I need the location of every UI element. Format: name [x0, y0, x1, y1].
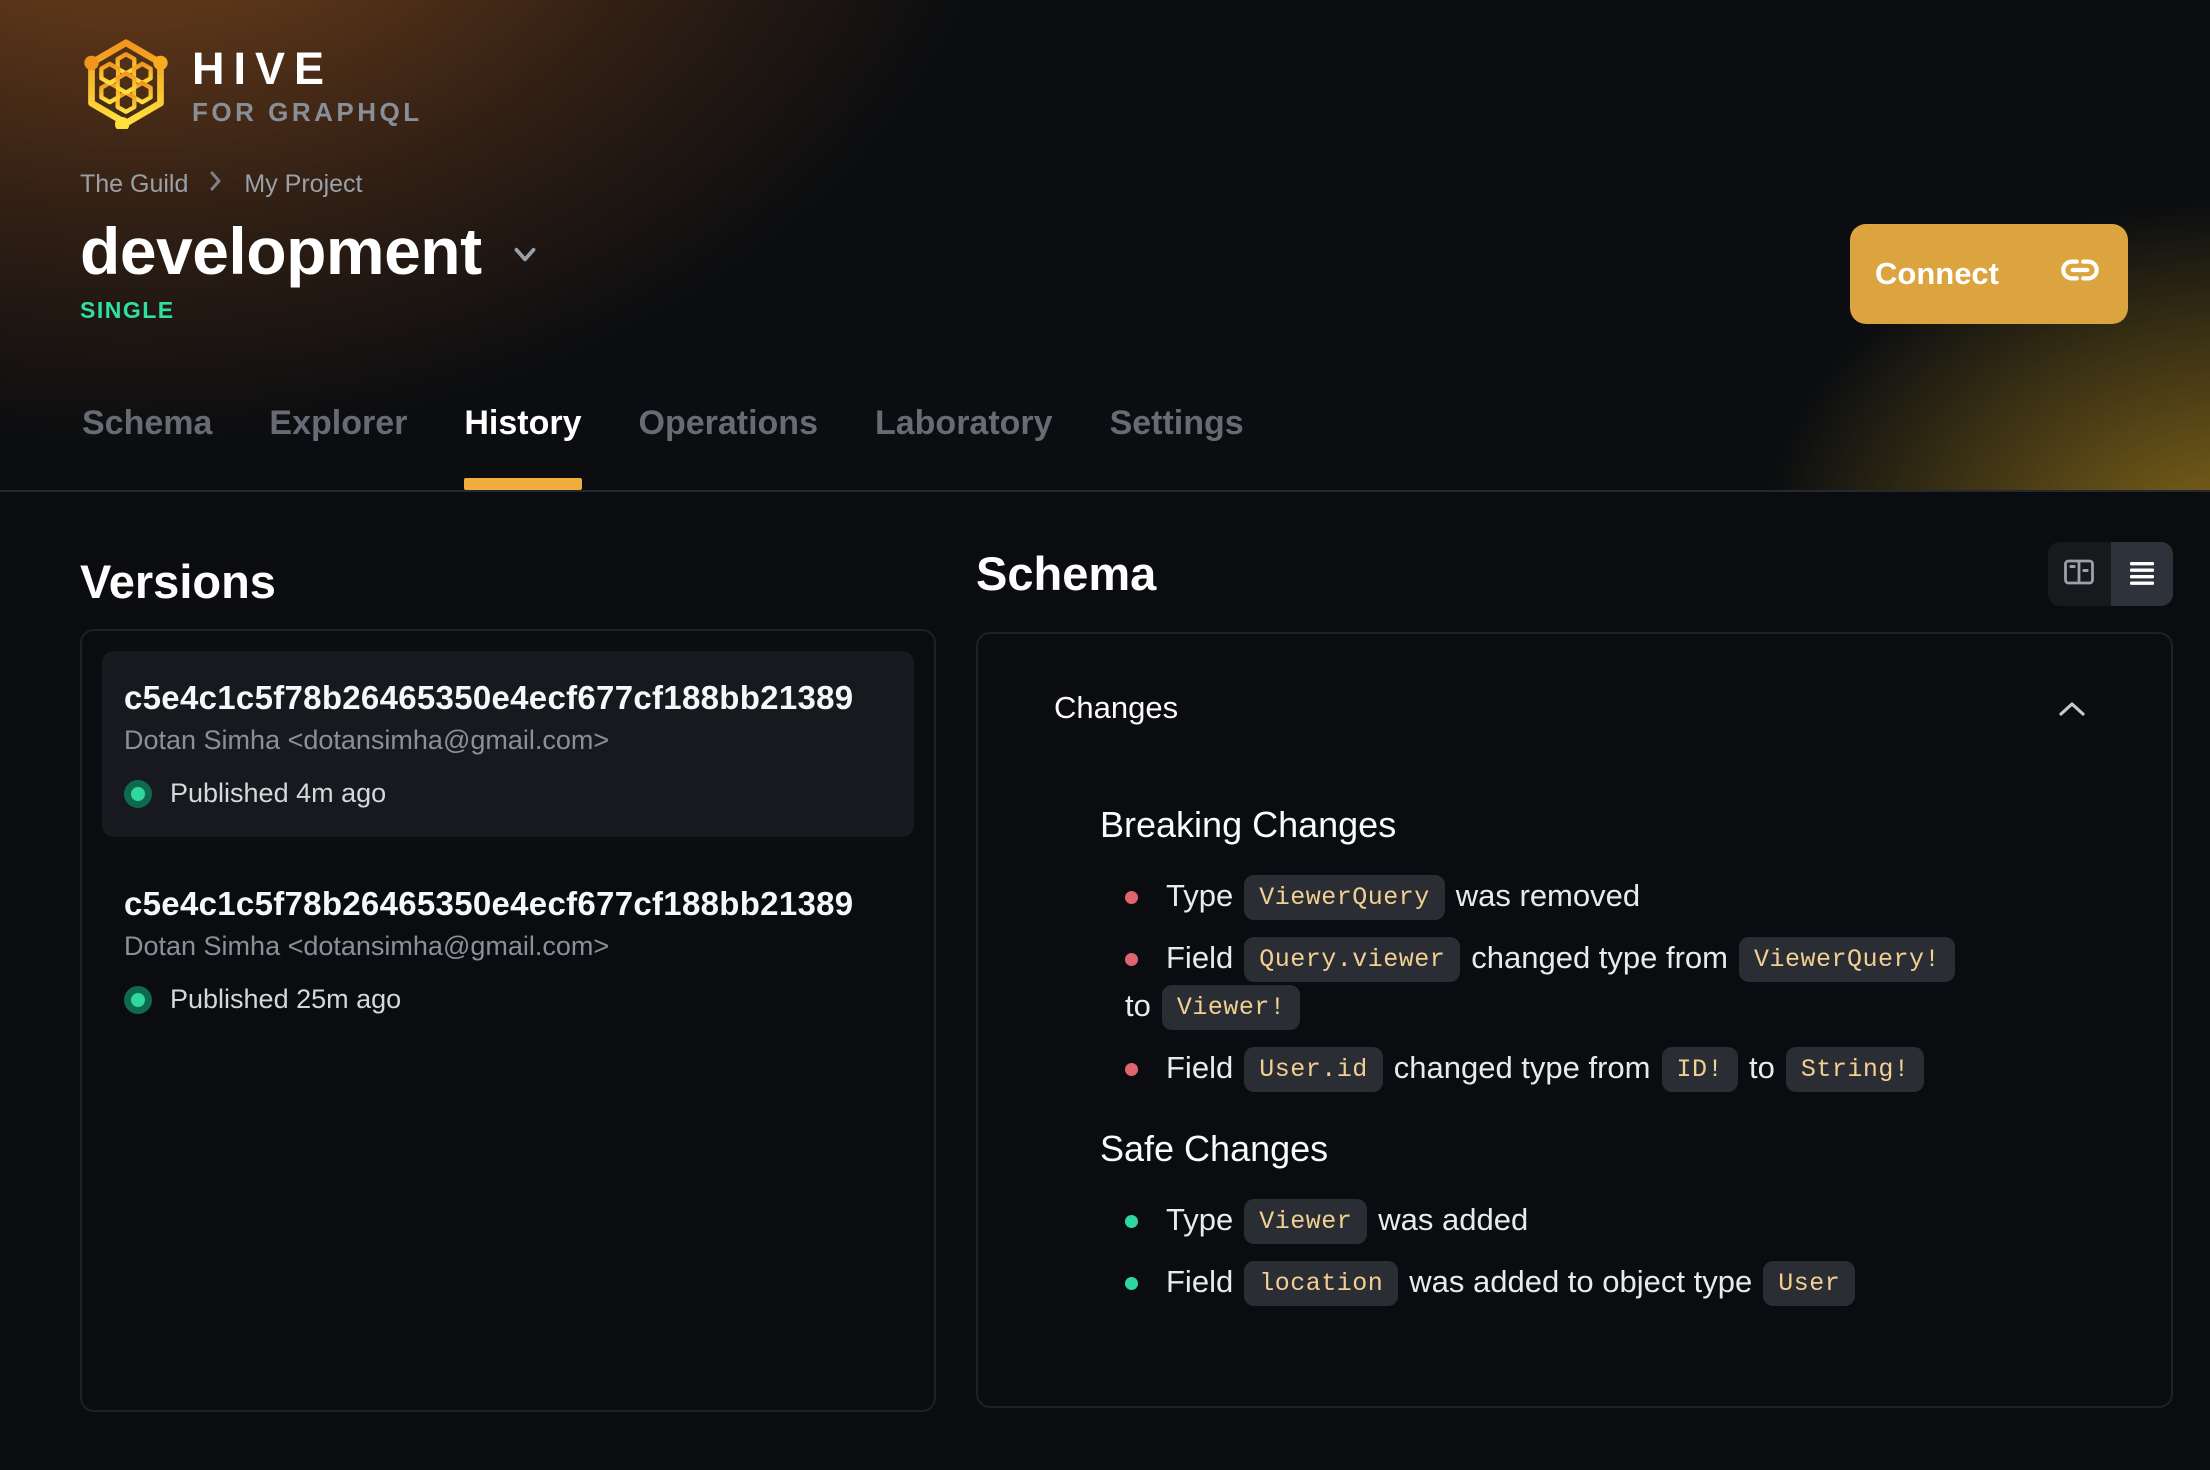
hive-logo[interactable]: HIVE FOR GRAPHQL: [80, 37, 2130, 134]
brand-tagline: FOR GRAPHQL: [192, 97, 423, 127]
version-hash: c5e4c1c5f78b26465350e4ecf677cf188bb21389: [124, 679, 854, 716]
tab-operations[interactable]: Operations: [639, 406, 818, 490]
target-row: development: [80, 215, 2130, 287]
change-row: Field User.id changed type from ID! to String…: [1125, 1046, 2087, 1094]
change-text: was added to object type: [1409, 1264, 1753, 1299]
breaking-bullet-icon: [1125, 953, 1138, 966]
breadcrumb: The Guild My Project: [80, 168, 2130, 201]
tab-explorer[interactable]: Explorer: [269, 406, 407, 490]
version-author: Dotan Simha <dotansimha@gmail.com>: [124, 931, 610, 961]
change-text: to: [1125, 988, 1151, 1023]
breaking-changes-title: Breaking Changes: [1100, 804, 1397, 845]
schema-view-toggle: [2048, 542, 2173, 606]
changes-title: Changes: [1054, 690, 1179, 725]
change-text: was removed: [1455, 878, 1641, 913]
schema-column: Schema Changes Breaking Changes Type Vie…: [976, 492, 2173, 1408]
code-chip: ViewerQuery: [1244, 875, 1445, 920]
code-chip: Query.viewer: [1244, 937, 1461, 982]
version-author: Dotan Simha <dotansimha@gmail.com>: [124, 725, 610, 755]
versions-column: Versions c5e4c1c5f78b26465350e4ecf677cf1…: [80, 492, 936, 1412]
version-status: Published 25m ago: [124, 984, 884, 1015]
changes-collapse-header[interactable]: Changes: [1054, 690, 2087, 726]
code-chip: Viewer!: [1161, 985, 1301, 1030]
safe-changes-section: Safe Changes Type Viewer was added Field lo…: [1100, 1128, 2087, 1308]
split-view-button[interactable]: [2048, 542, 2111, 606]
versions-heading: Versions: [80, 555, 276, 608]
code-chip: location: [1244, 1261, 1399, 1306]
change-text: Type: [1166, 1202, 1234, 1237]
breaking-bullet-icon: [1125, 891, 1138, 904]
tab-settings[interactable]: Settings: [1110, 406, 1244, 490]
code-chip: User.id: [1244, 1047, 1383, 1092]
breaking-bullet-icon: [1125, 1063, 1138, 1076]
hive-app: HIVE FOR GRAPHQL The Guild My Project de…: [0, 0, 2210, 1470]
list-view-icon: [2125, 555, 2159, 594]
versions-list: c5e4c1c5f78b26465350e4ecf677cf188bb21389…: [80, 629, 936, 1412]
chevron-up-icon: [2057, 690, 2087, 726]
version-hash: c5e4c1c5f78b26465350e4ecf677cf188bb21389: [124, 885, 854, 922]
version-item-selected[interactable]: c5e4c1c5f78b26465350e4ecf677cf188bb21389…: [102, 651, 914, 837]
target-name: development: [80, 214, 482, 288]
change-text: Type: [1166, 878, 1234, 913]
change-row: Type Viewer was added: [1125, 1198, 2087, 1246]
code-chip: String!: [1785, 1047, 1925, 1092]
version-status-label: Published 25m ago: [170, 984, 402, 1014]
app-header: HIVE FOR GRAPHQL The Guild My Project de…: [0, 0, 2210, 492]
target-mode-badge: SINGLE: [80, 297, 175, 323]
code-chip: User: [1763, 1261, 1856, 1306]
tab-schema[interactable]: Schema: [82, 406, 212, 490]
published-dot-icon: [124, 985, 152, 1014]
safe-changes-title: Safe Changes: [1100, 1128, 1329, 1169]
change-text: to: [1749, 1050, 1775, 1085]
main-content: Versions c5e4c1c5f78b26465350e4ecf677cf1…: [0, 492, 2210, 1412]
safe-bullet-icon: [1125, 1277, 1138, 1290]
schema-heading: Schema: [976, 547, 1157, 600]
change-row: Field location was added to object type Use…: [1125, 1260, 2087, 1308]
hive-hexagon-icon: [80, 37, 172, 134]
code-chip: Viewer: [1244, 1199, 1368, 1244]
split-view-icon: [2061, 554, 2097, 595]
change-text: Field: [1166, 940, 1234, 975]
version-item[interactable]: c5e4c1c5f78b26465350e4ecf677cf188bb21389…: [102, 857, 914, 1043]
change-text: Field: [1166, 1050, 1234, 1085]
change-row: Type ViewerQuery was removed: [1125, 874, 2087, 922]
schema-changes-panel: Changes Breaking Changes Type ViewerQuery…: [976, 632, 2173, 1408]
change-text: changed type from: [1471, 940, 1728, 975]
safe-bullet-icon: [1125, 1215, 1138, 1228]
breadcrumb-org[interactable]: The Guild: [80, 170, 188, 199]
version-status-label: Published 4m ago: [170, 778, 387, 808]
tab-laboratory[interactable]: Laboratory: [875, 406, 1053, 490]
link-icon: [2057, 247, 2103, 301]
code-chip: ViewerQuery!: [1739, 937, 1956, 982]
change-text: was added: [1378, 1202, 1529, 1237]
version-status: Published 4m ago: [124, 778, 884, 809]
safe-changes-list: Type Viewer was added Field location was add…: [1125, 1198, 2087, 1308]
tab-history[interactable]: History: [464, 406, 582, 490]
breaking-changes-list: Type ViewerQuery was removed Field Query.vi…: [1125, 874, 2087, 1094]
code-chip: ID!: [1661, 1047, 1739, 1092]
change-text: Field: [1166, 1264, 1234, 1299]
change-row: Field Query.viewer changed type from Viewer…: [1125, 936, 2087, 1032]
schema-header: Schema: [976, 542, 2173, 606]
published-dot-icon: [124, 779, 152, 808]
breadcrumb-project[interactable]: My Project: [244, 170, 362, 199]
brand-name: HIVE: [192, 43, 334, 94]
target-selector-chevron-down-icon[interactable]: [510, 239, 540, 274]
list-view-button[interactable]: [2110, 542, 2173, 606]
breaking-changes-section: Breaking Changes Type ViewerQuery was remo…: [1100, 804, 2087, 1094]
connect-button-label: Connect: [1875, 256, 1999, 291]
target-tabs: Schema Explorer History Operations Labor…: [82, 406, 1244, 490]
hive-wordmark: HIVE FOR GRAPHQL: [192, 46, 423, 125]
breadcrumb-chevron-icon: [206, 168, 226, 201]
change-text: changed type from: [1393, 1050, 1651, 1085]
connect-button[interactable]: Connect: [1850, 224, 2128, 324]
